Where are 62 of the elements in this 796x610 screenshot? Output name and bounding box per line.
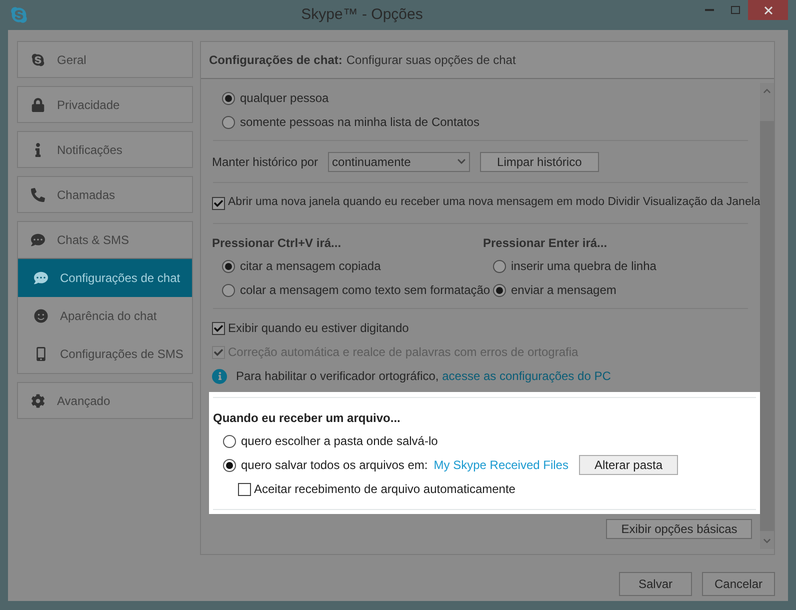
radio-label: quero escolher a pasta onde salvá-lo bbox=[241, 433, 438, 450]
sidebar-item[interactable]: Avançado bbox=[17, 382, 193, 419]
basic-options-button[interactable]: Exibir opções básicas bbox=[606, 519, 752, 539]
change-folder-button[interactable]: Alterar pasta bbox=[579, 455, 678, 475]
radio-label: inserir uma quebra de linha bbox=[511, 258, 656, 275]
radio-label: citar a mensagem copiada bbox=[240, 258, 381, 275]
radio-button[interactable] bbox=[493, 260, 506, 272]
gear-icon bbox=[31, 394, 45, 408]
radio-label: qualquer pessoa bbox=[240, 90, 329, 107]
chevron-up-icon bbox=[763, 87, 772, 95]
info-text: Para habilitar o verificador ortográfico, acesse as configurações do PC bbox=[236, 368, 611, 385]
clear-history-button[interactable]: Limpar histórico bbox=[480, 152, 599, 172]
radio-button[interactable] bbox=[493, 284, 506, 296]
checkbox[interactable] bbox=[238, 482, 251, 496]
sidebar-subitem[interactable]: Configurações de SMS bbox=[18, 335, 192, 373]
phone-message-icon bbox=[34, 347, 48, 361]
radio-button[interactable] bbox=[222, 284, 235, 296]
checkbox-label: Abrir uma nova janela quando eu receber uma nova mensagem em modo Dividir Visualização da Janela bbox=[228, 195, 760, 210]
radio-label: enviar a mensagem bbox=[511, 282, 616, 299]
pc-settings-link[interactable]: acesse as configurações do PC bbox=[442, 369, 611, 383]
checkbox[interactable] bbox=[212, 322, 225, 334]
sidebar-item[interactable]: Notificações bbox=[17, 131, 193, 168]
smiley-icon bbox=[34, 309, 48, 323]
radio-button[interactable] bbox=[222, 116, 235, 128]
cancel-button[interactable]: Cancelar bbox=[702, 572, 775, 596]
radio-label: colar a mensagem como texto sem formatação bbox=[240, 282, 490, 299]
panel-title: Configurações de chat: bbox=[209, 52, 342, 69]
scrollbar[interactable] bbox=[760, 83, 774, 549]
history-dropdown[interactable]: continuamente bbox=[328, 152, 470, 172]
save-button[interactable]: Salvar bbox=[619, 572, 692, 596]
sidebar-item[interactable]: Privacidade bbox=[17, 86, 193, 123]
radio-button[interactable] bbox=[222, 92, 235, 104]
sidebar-item[interactable]: Geral bbox=[17, 41, 193, 78]
chevron-down-icon bbox=[457, 157, 466, 166]
lock-icon bbox=[31, 98, 45, 112]
sidebar-subitem[interactable]: Configurações de chat bbox=[18, 259, 192, 297]
sidebar-subitem[interactable]: Aparência do chat bbox=[18, 297, 192, 335]
checkbox[interactable] bbox=[212, 196, 225, 210]
section-heading: Pressionar Enter irá... bbox=[483, 235, 608, 252]
panel-subtitle: Configurar suas opções de chat bbox=[346, 52, 516, 69]
checkbox-label: Exibir quando eu estiver digitando bbox=[228, 320, 409, 337]
chat-bubble-icon bbox=[34, 271, 48, 285]
radio-button[interactable] bbox=[223, 458, 236, 472]
sidebar-item[interactable]: Chamadas bbox=[17, 176, 193, 213]
checkbox-label: Aceitar recebimento de arquivo automaticamente bbox=[254, 481, 516, 498]
radio-label: somente pessoas na minha lista de Contatos bbox=[240, 114, 480, 131]
phone-icon bbox=[31, 188, 45, 202]
window-title: Skype™ - Opções bbox=[300, 4, 424, 25]
close-button[interactable] bbox=[748, 0, 788, 20]
skype-logo-icon bbox=[31, 52, 45, 66]
skype-logo-icon bbox=[10, 6, 28, 24]
history-label: Manter histórico por bbox=[212, 154, 318, 170]
radio-button[interactable] bbox=[223, 434, 236, 448]
folder-link[interactable]: My Skype Received Files bbox=[434, 456, 568, 474]
close-icon bbox=[764, 6, 772, 14]
radio-button[interactable] bbox=[222, 260, 235, 272]
info-icon bbox=[212, 368, 227, 384]
section-heading: Quando eu receber um arquivo... bbox=[213, 410, 402, 427]
chat-bubble-icon bbox=[31, 233, 45, 247]
chevron-down-icon bbox=[763, 537, 772, 545]
section-heading: Pressionar Ctrl+V irá... bbox=[212, 235, 342, 252]
radio-label: quero salvar todos os arquivos em: bbox=[241, 457, 428, 474]
